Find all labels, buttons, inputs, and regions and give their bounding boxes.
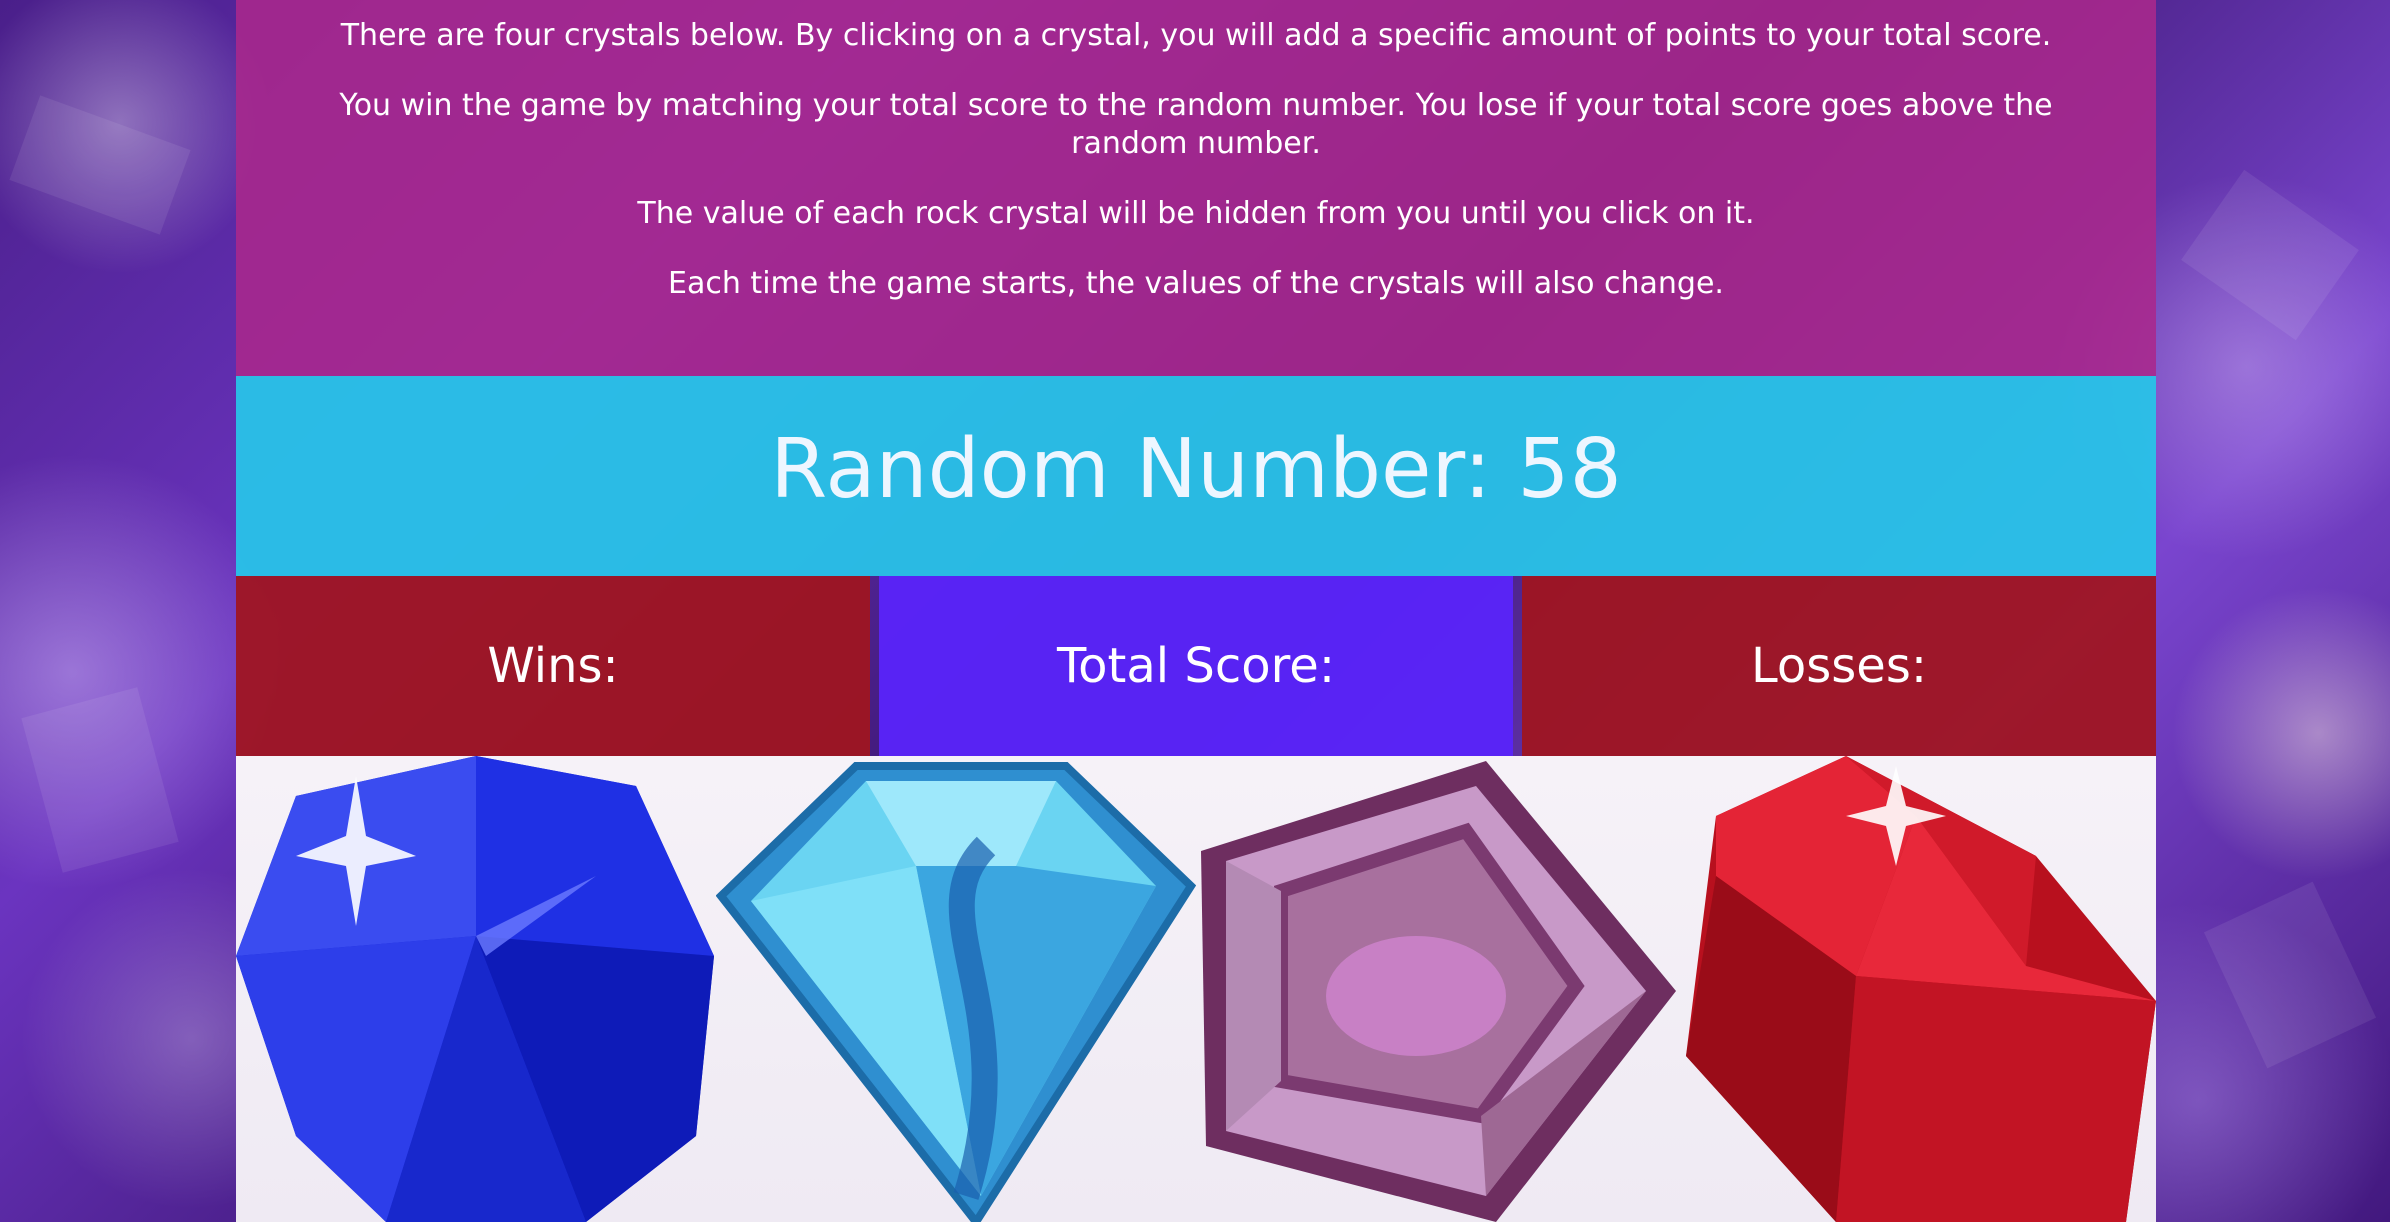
losses-counter: Losses: xyxy=(1522,576,2156,756)
crystal-purple-button[interactable] xyxy=(1196,756,1676,1222)
instruction-text: You win the game by matching your total … xyxy=(339,88,2053,161)
background-texture xyxy=(21,687,179,873)
background-texture xyxy=(9,95,191,235)
blue-crystal-icon xyxy=(236,756,714,1222)
game-container: There are four crystals below. By clicki… xyxy=(236,0,2156,1222)
crystal-area xyxy=(236,756,2156,1222)
wins-label: Wins: xyxy=(487,638,619,694)
red-crystal-icon xyxy=(1686,756,2156,1222)
instruction-text: Each time the game starts, the values of… xyxy=(668,266,1724,301)
crystal-light-blue-button[interactable] xyxy=(716,756,1196,1222)
random-number-panel: Random Number: 58 xyxy=(236,376,2156,576)
random-number: Random Number: 58 xyxy=(770,422,1622,517)
total-score-counter: Total Score: xyxy=(879,576,1513,756)
background-texture xyxy=(2181,169,2359,341)
crystal-blue-button[interactable] xyxy=(236,756,716,1222)
purple-crystal-icon xyxy=(1201,761,1676,1222)
instruction-text: The value of each rock crystal will be h… xyxy=(637,196,1755,231)
light-blue-crystal-icon xyxy=(716,762,1196,1222)
total-score-label: Total Score: xyxy=(1057,638,1335,694)
instructions-panel: There are four crystals below. By clicki… xyxy=(236,0,2156,376)
wins-counter: Wins: xyxy=(236,576,870,756)
crystal-red-button[interactable] xyxy=(1676,756,2156,1222)
losses-label: Losses: xyxy=(1751,638,1927,694)
instruction-text: There are four crystals below. By clicki… xyxy=(340,18,2052,53)
background-texture xyxy=(2203,881,2377,1069)
